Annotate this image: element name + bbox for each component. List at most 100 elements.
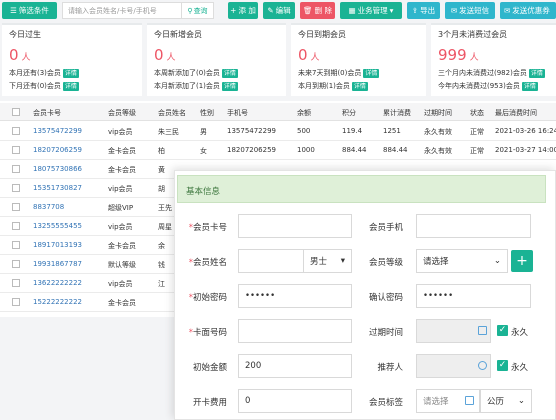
card-no-input[interactable]	[238, 214, 352, 238]
table-cell: vip会员	[108, 185, 133, 193]
header-name[interactable]: 会员姓名	[158, 108, 186, 118]
row-checkbox[interactable]	[12, 165, 20, 173]
detail-tag[interactable]: 详情	[363, 68, 380, 78]
card-face-input[interactable]	[238, 319, 352, 343]
table-cell: vip会员	[108, 128, 133, 136]
calendar-icon[interactable]	[478, 326, 487, 335]
member-form-modal: 基本信息 *会员卡号 会员手机 *会员姓名 男士 ▾ 会员等级 请选择 ⌄ + *初…	[174, 170, 556, 420]
chevron-down-icon: ⌄	[493, 256, 501, 266]
level-select[interactable]: 请选择 ⌄	[416, 249, 508, 273]
row-checkbox[interactable]	[12, 222, 20, 230]
init-password-input[interactable]: ••••••	[238, 284, 352, 308]
detail-tag[interactable]: 详情	[521, 81, 538, 91]
calendar-icon[interactable]	[465, 396, 474, 405]
card-number: 0人	[154, 46, 176, 64]
card-no-link[interactable]: 18917013193	[33, 241, 82, 249]
table-cell: 884.44	[342, 146, 367, 154]
header-total-spend[interactable]: 累计消费	[383, 108, 411, 118]
table-cell: vip会员	[108, 223, 133, 231]
filter-button[interactable]: ☰ 筛选条件	[2, 2, 57, 19]
stat-card-new-members: 今日新增会员 0人 本周新添加了(0)会员 详情 本月新添加了(1)会员 详情	[147, 23, 286, 96]
table-cell: 1000	[297, 146, 315, 154]
list-icon: ☰	[10, 6, 17, 15]
detail-tag[interactable]: 详情	[351, 81, 368, 91]
card-no-link[interactable]: 18075730866	[33, 165, 82, 173]
table-row[interactable]: 13575472299 vip会员 朱三民 男 13575472299 500 119.4 1…	[0, 122, 556, 141]
card-no-link[interactable]: 8837708	[33, 203, 64, 211]
search-button[interactable]: ⚲ 查询	[181, 2, 214, 19]
confirm-pwd-label: 确认密码	[368, 293, 403, 303]
header-balance[interactable]: 余额	[297, 108, 311, 118]
header-status[interactable]: 状态	[470, 108, 484, 118]
edit-button[interactable]: ✎ 编辑	[263, 2, 295, 19]
row-checkbox[interactable]	[12, 241, 20, 249]
stat-card-birthday: 今日过生 0人 本月还有(3)会员 详情 下月还有(0)会员 详情	[2, 23, 142, 96]
card-no-link[interactable]: 15222222222	[33, 298, 82, 306]
table-cell: 永久有效	[424, 147, 452, 155]
card-line: 本月新添加了(1)会员 详情	[154, 81, 238, 91]
calendar-type-select[interactable]: 公历 ⌄	[480, 389, 532, 413]
send-coupon-button[interactable]: ✉ 发送优惠券	[500, 2, 556, 19]
stat-card-expiring: 今日到期会员 0人 未来7天到期(0)会员 详情 本月到期(1)会员 详情	[291, 23, 426, 96]
row-checkbox[interactable]	[12, 279, 20, 287]
header-last-spend[interactable]: 最后消费时间	[495, 108, 537, 118]
detail-tag[interactable]: 详情	[221, 81, 238, 91]
header-level[interactable]: 会员等级	[108, 108, 136, 118]
card-no-link[interactable]: 18207206259	[33, 146, 82, 154]
card-line: 今年内未消费过(953)会员 详情	[438, 81, 538, 91]
row-checkbox[interactable]	[12, 184, 20, 192]
export-icon: ⇪	[411, 6, 419, 15]
detail-tag[interactable]: 详情	[62, 81, 79, 91]
card-title: 今日过生	[9, 30, 41, 39]
grid-icon: ▦	[348, 6, 356, 15]
gender-select[interactable]: 男士 ▾	[303, 249, 352, 273]
card-fee-label: 开卡费用	[192, 398, 227, 408]
confirm-password-input[interactable]: ••••••	[416, 284, 531, 308]
card-title: 3个月未消费过会员	[438, 30, 508, 39]
card-number: 0人	[298, 46, 320, 64]
header-points[interactable]: 积分	[342, 108, 356, 118]
card-no-link[interactable]: 15351730827	[33, 184, 82, 192]
row-checkbox[interactable]	[12, 298, 20, 306]
row-checkbox[interactable]	[12, 260, 20, 268]
init-amount-input[interactable]: 200	[238, 354, 352, 378]
table-cell: 女	[200, 147, 207, 155]
user-icon[interactable]	[478, 361, 487, 370]
card-no-link[interactable]: 13622222222	[33, 279, 82, 287]
business-menu-button[interactable]: ▦ 业务管理 ▾	[340, 2, 402, 19]
add-button[interactable]: + 添 加	[228, 2, 258, 19]
add-level-button[interactable]: +	[511, 250, 533, 272]
forever-label: 永久	[511, 328, 529, 338]
detail-tag[interactable]: 详情	[62, 68, 79, 78]
delete-button[interactable]: 🗑 删 除	[300, 2, 335, 19]
table-cell: 884.44	[383, 146, 408, 154]
table-cell: 金卡会员	[108, 166, 136, 174]
row-checkbox[interactable]	[12, 203, 20, 211]
table-cell: 正常	[470, 147, 484, 155]
header-gender[interactable]: 性别	[200, 108, 214, 118]
header-card-no[interactable]: 会员卡号	[33, 108, 61, 118]
referrer-checkbox[interactable]: ✓	[497, 360, 508, 371]
card-no-link[interactable]: 13575472299	[33, 127, 82, 135]
card-fee-input[interactable]: 0	[238, 389, 352, 413]
table-header: 会员卡号 会员等级 会员姓名 性别 手机号 余额 积分 累计消费 过期时间 状态…	[0, 103, 556, 121]
forever-checkbox[interactable]: ✓	[497, 325, 508, 336]
search-input[interactable]: 请输入会员姓名/卡号/手机号	[62, 2, 182, 19]
detail-tag[interactable]: 详情	[528, 68, 545, 78]
header-phone[interactable]: 手机号	[227, 108, 248, 118]
card-no-link[interactable]: 13255555455	[33, 222, 82, 230]
row-checkbox[interactable]	[12, 146, 20, 154]
card-no-link[interactable]: 19931867787	[33, 260, 82, 268]
header-expire[interactable]: 过期时间	[424, 108, 452, 118]
send-sms-button[interactable]: ✉ 发送短信	[445, 2, 495, 19]
row-checkbox[interactable]	[12, 127, 20, 135]
detail-tag[interactable]: 详情	[221, 68, 238, 78]
table-row[interactable]: 18207206259 金卡会员 柏 女 18207206259 1000 884.44 88…	[0, 141, 556, 160]
name-input[interactable]	[238, 249, 304, 273]
export-button[interactable]: ⇪ 导出	[407, 2, 440, 19]
select-all-checkbox[interactable]	[12, 108, 20, 116]
phone-input[interactable]	[416, 214, 531, 238]
card-line: 本周新添加了(0)会员 详情	[154, 68, 238, 78]
table-cell: 柏	[158, 147, 165, 155]
table-cell: vip会员	[108, 280, 133, 288]
